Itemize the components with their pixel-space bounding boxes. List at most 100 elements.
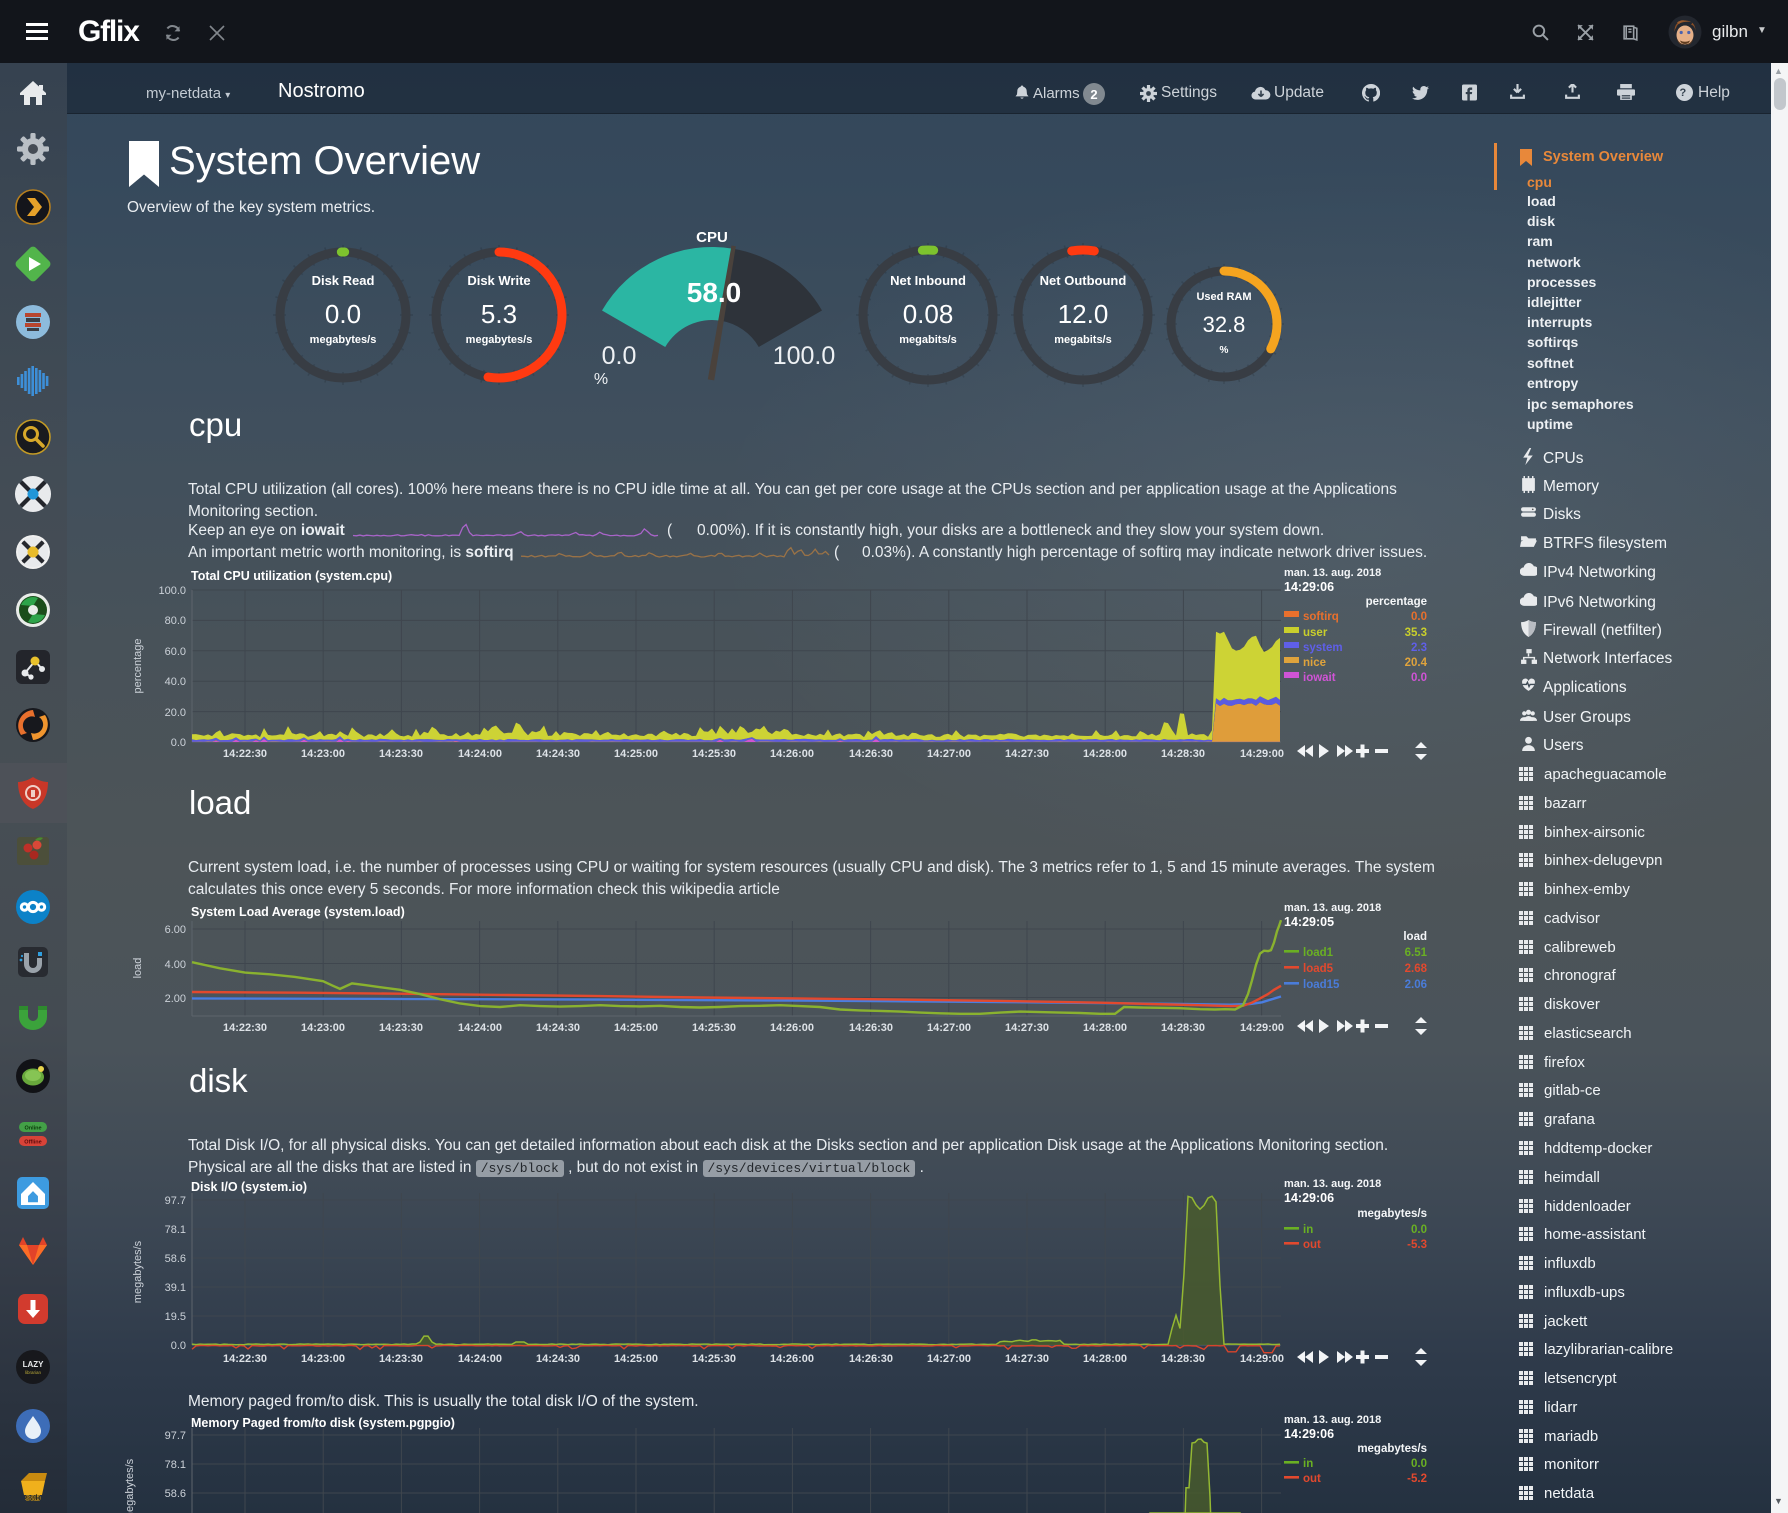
svg-text:14:25:00: 14:25:00	[614, 1022, 658, 1034]
svg-text:%: %	[1220, 345, 1229, 356]
svg-text:20.0: 20.0	[165, 707, 186, 719]
svg-text:20.4: 20.4	[1405, 657, 1428, 669]
svg-text:0.0: 0.0	[171, 737, 186, 749]
svg-text:14:29:06: 14:29:06	[1284, 580, 1334, 594]
svg-text:0.08: 0.08	[903, 299, 954, 329]
svg-text:0.0: 0.0	[602, 342, 637, 370]
svg-text:78.1: 78.1	[165, 1224, 186, 1236]
svg-text:14:28:30: 14:28:30	[1161, 748, 1205, 760]
svg-text:-5.2: -5.2	[1407, 1473, 1427, 1485]
svg-text:6.00: 6.00	[165, 924, 186, 936]
svg-text:%: %	[594, 371, 608, 388]
svg-text:megabytes/s: megabytes/s	[466, 334, 533, 346]
svg-text:39.1: 39.1	[165, 1282, 186, 1294]
svg-text:softirq: softirq	[1303, 611, 1339, 623]
svg-text:megabytes/s: megabytes/s	[132, 1240, 144, 1303]
svg-text:megabytes/s: megabytes/s	[1357, 1443, 1427, 1455]
svg-text:14:28:00: 14:28:00	[1083, 1353, 1127, 1365]
svg-text:14:29:00: 14:29:00	[1240, 748, 1284, 760]
svg-text:man. 13. aug. 2018: man. 13. aug. 2018	[1284, 567, 1381, 579]
svg-text:14:29:06: 14:29:06	[1284, 1191, 1334, 1205]
svg-text:14:24:00: 14:24:00	[458, 748, 502, 760]
svg-text:in: in	[1303, 1224, 1313, 1236]
svg-text:14:23:00: 14:23:00	[301, 748, 345, 760]
svg-text:-5.3: -5.3	[1407, 1239, 1427, 1251]
svg-text:14:28:00: 14:28:00	[1083, 1022, 1127, 1034]
svg-text:2.06: 2.06	[1405, 979, 1427, 991]
svg-text:5.3: 5.3	[481, 299, 517, 329]
svg-text:14:24:30: 14:24:30	[536, 748, 580, 760]
svg-text:Disk I/O (system.io): Disk I/O (system.io)	[191, 1180, 307, 1194]
svg-text:14:23:30: 14:23:30	[379, 1022, 423, 1034]
svg-text:4.00: 4.00	[165, 959, 186, 971]
svg-text:Total CPU utilization (system.: Total CPU utilization (system.cpu)	[191, 569, 392, 583]
svg-text:14:25:00: 14:25:00	[614, 748, 658, 760]
svg-text:megabytes/s: megabytes/s	[1357, 1208, 1427, 1220]
svg-text:32.8: 32.8	[1203, 312, 1246, 337]
svg-text:14:22:30: 14:22:30	[223, 1022, 267, 1034]
svg-text:14:27:00: 14:27:00	[927, 1353, 971, 1365]
svg-text:0.0: 0.0	[1411, 672, 1427, 684]
svg-text:Memory Paged from/to disk (sys: Memory Paged from/to disk (system.pgpgio…	[191, 1416, 455, 1430]
svg-text:14:24:30: 14:24:30	[536, 1353, 580, 1365]
svg-text:megabytes/s: megabytes/s	[310, 334, 377, 346]
svg-text:60.0: 60.0	[165, 646, 186, 658]
svg-text:2.00: 2.00	[165, 993, 186, 1005]
svg-text:percentage: percentage	[132, 638, 144, 693]
svg-text:14:23:00: 14:23:00	[301, 1353, 345, 1365]
svg-text:0.0: 0.0	[1411, 1458, 1427, 1470]
svg-text:14:26:30: 14:26:30	[849, 1353, 893, 1365]
svg-text:14:25:00: 14:25:00	[614, 1353, 658, 1365]
svg-text:58.6: 58.6	[165, 1488, 186, 1500]
svg-text:14:26:00: 14:26:00	[770, 748, 814, 760]
svg-text:14:27:00: 14:27:00	[927, 748, 971, 760]
svg-text:out: out	[1303, 1239, 1321, 1251]
svg-text:14:29:00: 14:29:00	[1240, 1353, 1284, 1365]
svg-text:58.0: 58.0	[687, 277, 742, 308]
svg-text:14:26:30: 14:26:30	[849, 748, 893, 760]
svg-text:14:27:30: 14:27:30	[1005, 1353, 1049, 1365]
svg-text:14:29:00: 14:29:00	[1240, 1022, 1284, 1034]
svg-text:97.7: 97.7	[165, 1430, 186, 1442]
svg-text:load: load	[1403, 931, 1427, 943]
svg-text:out: out	[1303, 1473, 1321, 1485]
svg-text:user: user	[1303, 627, 1328, 639]
svg-text:14:23:00: 14:23:00	[301, 1022, 345, 1034]
svg-text:iowait: iowait	[1303, 672, 1336, 684]
svg-text:14:22:30: 14:22:30	[223, 1353, 267, 1365]
svg-text:Disk Write: Disk Write	[467, 273, 530, 288]
svg-text:Disk Read: Disk Read	[312, 273, 375, 288]
svg-text:LAZY: LAZY	[23, 1360, 45, 1369]
svg-text:14:27:30: 14:27:30	[1005, 748, 1049, 760]
svg-text:Used RAM: Used RAM	[1196, 291, 1251, 303]
svg-text:man. 13. aug. 2018: man. 13. aug. 2018	[1284, 1178, 1381, 1190]
svg-text:100.0: 100.0	[158, 585, 186, 597]
svg-text:librarian: librarian	[25, 1370, 42, 1375]
svg-text:12.0: 12.0	[1058, 299, 1109, 329]
svg-text:40.0: 40.0	[165, 676, 186, 688]
svg-text:14:24:00: 14:24:00	[458, 1022, 502, 1034]
svg-text:in: in	[1303, 1458, 1313, 1470]
svg-text:percentage: percentage	[1366, 596, 1427, 608]
svg-text:System Load Average (system.lo: System Load Average (system.load)	[191, 905, 405, 919]
svg-text:14:28:30: 14:28:30	[1161, 1022, 1205, 1034]
svg-text:0.0: 0.0	[325, 299, 361, 329]
svg-text:CPU: CPU	[696, 229, 728, 246]
svg-text:80.0: 80.0	[165, 615, 186, 627]
svg-text:load: load	[132, 958, 144, 979]
svg-text:sab: sab	[25, 1493, 41, 1503]
svg-text:14:22:30: 14:22:30	[223, 748, 267, 760]
svg-text:14:24:30: 14:24:30	[536, 1022, 580, 1034]
svg-text:2.68: 2.68	[1405, 963, 1428, 975]
svg-text:14:23:30: 14:23:30	[379, 748, 423, 760]
svg-text:Net Inbound: Net Inbound	[890, 273, 966, 288]
svg-text:0.0: 0.0	[171, 1340, 186, 1352]
svg-text:megabits/s: megabits/s	[1054, 334, 1111, 346]
svg-text:14:29:05: 14:29:05	[1284, 915, 1334, 929]
svg-text:78.1: 78.1	[165, 1459, 186, 1471]
svg-text:Online: Online	[24, 1126, 41, 1132]
svg-text:2.3: 2.3	[1411, 642, 1427, 654]
svg-text:14:28:00: 14:28:00	[1083, 748, 1127, 760]
svg-text:14:24:00: 14:24:00	[458, 1353, 502, 1365]
svg-text:19.5: 19.5	[165, 1311, 186, 1323]
